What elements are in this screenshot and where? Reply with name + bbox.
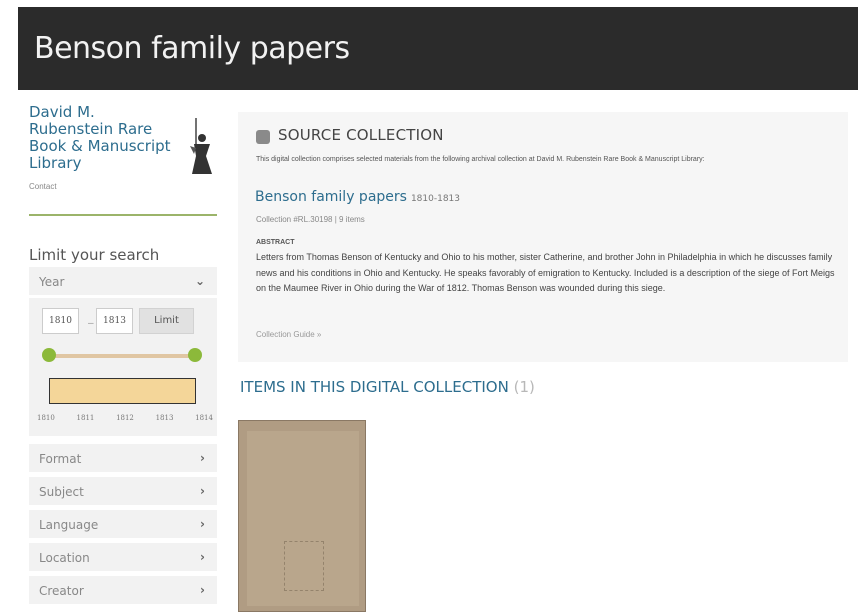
- collection-title-link[interactable]: Benson family papers 1810-1813: [255, 189, 460, 205]
- site-header: Benson family papers: [18, 7, 858, 90]
- page-title: Benson family papers: [34, 31, 350, 66]
- facet-format[interactable]: Format ›: [29, 444, 217, 474]
- abstract-text: Letters from Thomas Benson of Kentucky a…: [256, 252, 835, 293]
- divider: [29, 214, 217, 216]
- source-collection-heading: SOURCE COLLECTION: [278, 126, 444, 144]
- facet-location[interactable]: Location ›: [29, 543, 217, 573]
- year-tick: 1810: [37, 414, 55, 422]
- contact-link[interactable]: Contact: [29, 182, 217, 191]
- year-tick: 1811: [76, 414, 95, 422]
- year-tick: 1813: [155, 414, 174, 422]
- library-name-link[interactable]: David M. Rubenstein Rare Book & Manuscri…: [29, 104, 179, 172]
- item-thumbnail[interactable]: [238, 420, 366, 612]
- year-tick: 1812: [116, 414, 134, 422]
- range-dash: –: [88, 318, 94, 329]
- chevron-right-icon: ›: [200, 484, 205, 498]
- source-description: This digital collection comprises select…: [256, 156, 705, 163]
- items-heading: ITEMS IN THIS DIGITAL COLLECTION (1): [240, 378, 535, 396]
- year-histogram: [49, 378, 196, 404]
- items-count: (1): [513, 378, 535, 396]
- slider-end-handle[interactable]: [188, 348, 202, 362]
- year-ticks: 1810 1811 1812 1813 1814: [37, 414, 213, 422]
- year-tick: 1814: [195, 414, 213, 422]
- collection-guide-link[interactable]: Collection Guide »: [256, 330, 321, 339]
- box-icon: [256, 130, 270, 144]
- document-sketch: [284, 541, 324, 591]
- facet-label: Location: [39, 551, 90, 565]
- facet-label: Subject: [39, 485, 84, 499]
- collection-dates: 1810-1813: [410, 194, 461, 204]
- year-slider-track[interactable]: [45, 354, 195, 358]
- year-from-input[interactable]: 1810: [42, 308, 79, 334]
- facet-creator[interactable]: Creator ›: [29, 576, 217, 606]
- limit-button[interactable]: Limit: [139, 308, 194, 334]
- chevron-right-icon: ›: [200, 550, 205, 564]
- year-to-input[interactable]: 1813: [96, 308, 133, 334]
- facet-label: Language: [39, 518, 99, 532]
- items-heading-text: ITEMS IN THIS DIGITAL COLLECTION: [240, 378, 509, 396]
- chevron-right-icon: ›: [200, 583, 205, 597]
- limit-search-title: Limit your search: [29, 246, 160, 264]
- abstract-label: ABSTRACT: [256, 239, 295, 246]
- library-logo-icon[interactable]: [184, 116, 216, 176]
- facet-label: Format: [39, 452, 82, 466]
- collection-meta: Collection #RL.30198 | 9 items: [256, 215, 365, 224]
- source-collection-panel: SOURCE COLLECTION This digital collectio…: [238, 112, 848, 362]
- slider-start-handle[interactable]: [42, 348, 56, 362]
- facet-subject[interactable]: Subject ›: [29, 477, 217, 507]
- year-range-panel: 1810 – 1813 Limit 1810 1811 1812 1813 18…: [29, 298, 217, 436]
- chevron-right-icon: ›: [200, 451, 205, 465]
- sidebar: David M. Rubenstein Rare Book & Manuscri…: [29, 104, 217, 606]
- facet-label: Year: [39, 275, 65, 289]
- chevron-right-icon: ›: [200, 517, 205, 531]
- chevron-down-icon: ⌄: [194, 274, 205, 288]
- facet-label: Creator: [39, 584, 84, 598]
- collection-title[interactable]: Benson family papers: [255, 189, 407, 205]
- facet-language[interactable]: Language ›: [29, 510, 217, 540]
- facet-year[interactable]: Year ⌄: [29, 267, 217, 297]
